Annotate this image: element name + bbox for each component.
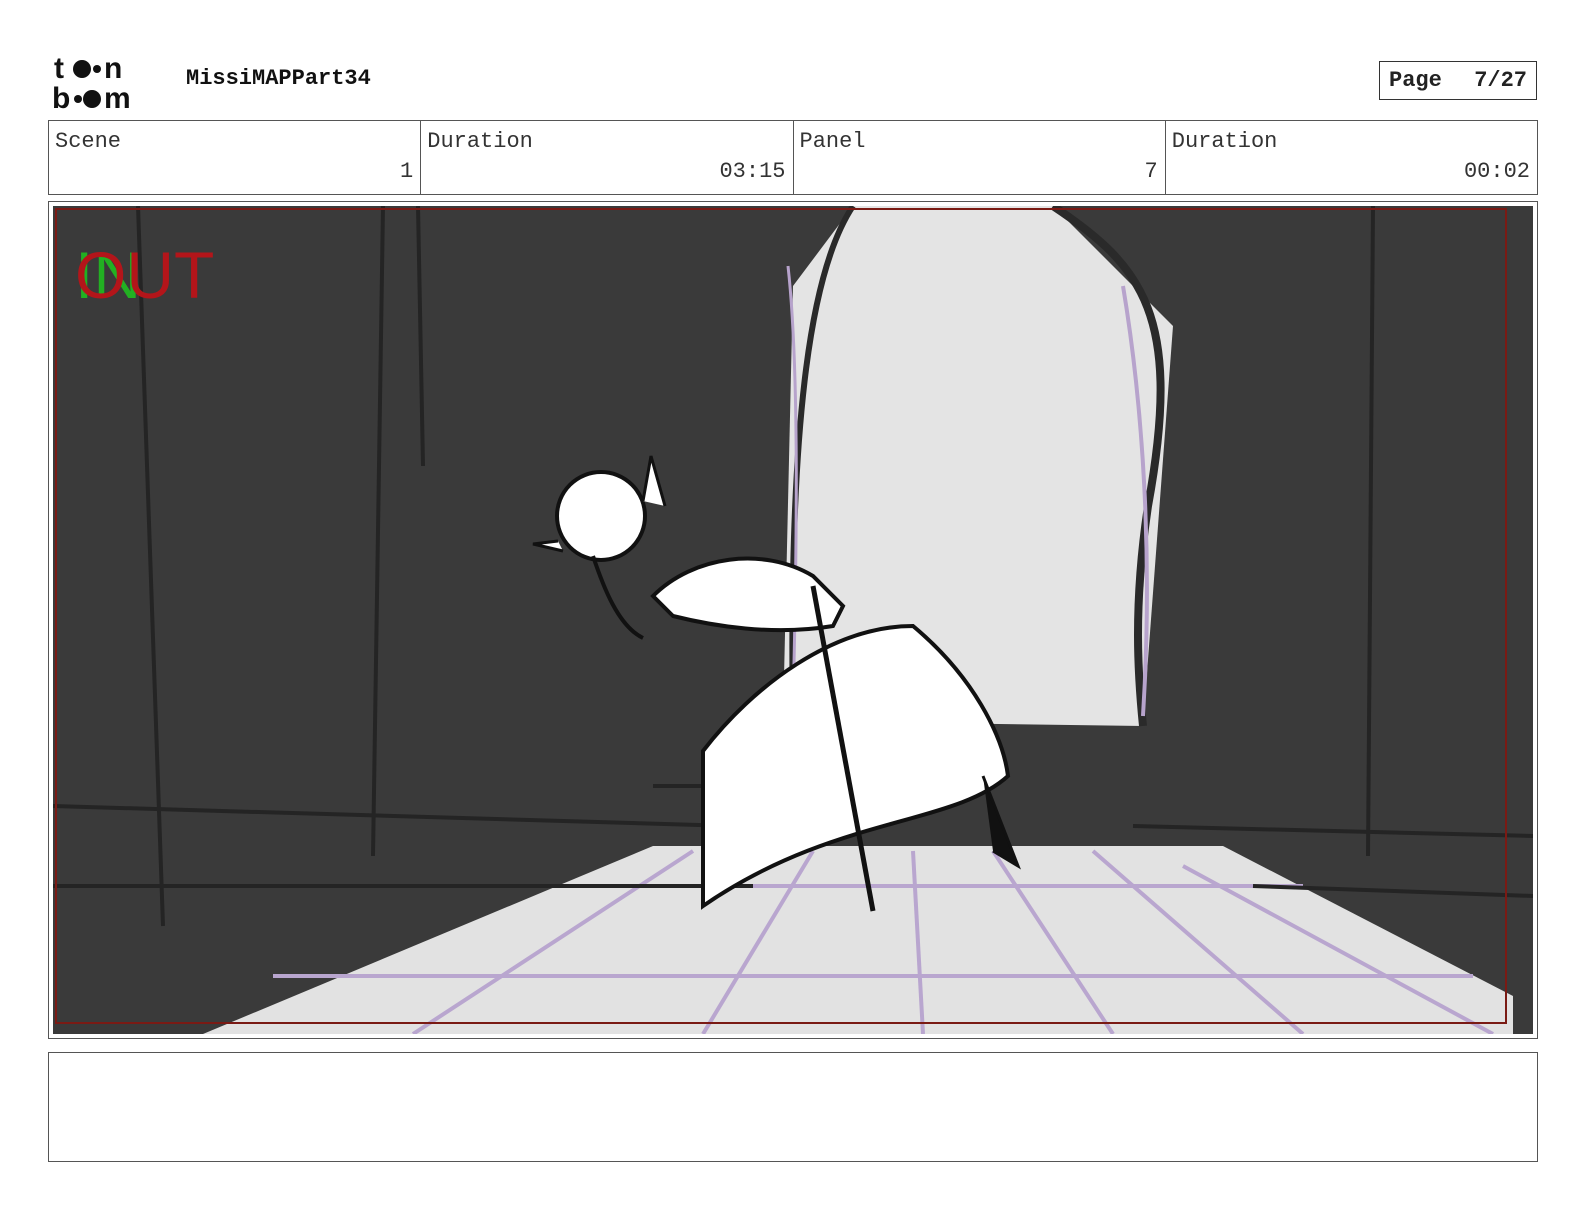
- character-head: [555, 470, 647, 562]
- panel-notes-box[interactable]: [48, 1052, 1538, 1162]
- panel-cell: Panel 7: [794, 121, 1166, 194]
- logo-letter-t: t: [54, 52, 64, 85]
- scene-label: Scene: [55, 129, 122, 154]
- scene-value: 1: [400, 159, 414, 184]
- out-marker: OUT: [75, 238, 214, 312]
- panel-duration-label: Duration: [1171, 129, 1278, 154]
- page-indicator: Page 7/27: [1379, 61, 1537, 100]
- toonboom-logo-graphic: t n b m: [52, 52, 131, 112]
- panel-notes-text: [49, 1053, 1537, 1069]
- panel-artwork: IN OUT: [53, 206, 1533, 1034]
- panel-duration-cell: Duration 00:02: [1166, 121, 1537, 194]
- storyboard-panel: IN OUT: [48, 201, 1538, 1039]
- scene-cell: Scene 1: [49, 121, 422, 194]
- logo-letter-n: n: [104, 52, 122, 85]
- toonboom-logo: t n b m: [52, 52, 164, 112]
- scene-duration-cell: Duration 03:15: [421, 121, 794, 194]
- scene-duration-value: 03:15: [719, 159, 786, 184]
- panel-duration-value: 00:02: [1463, 159, 1530, 184]
- panel-value: 7: [1144, 159, 1158, 184]
- logo-letter-m: m: [104, 82, 131, 112]
- logo-dot-small: [93, 65, 101, 73]
- panel-label: Panel: [799, 129, 866, 154]
- scene-duration-label: Duration: [427, 129, 533, 154]
- scene-info-table: Scene 1 Duration 03:15 Panel 7 Duration …: [48, 120, 1538, 195]
- logo-dot-small-2: [74, 95, 82, 103]
- logo-dot-large: [73, 60, 91, 78]
- logo-letter-b: b: [52, 82, 70, 112]
- logo-dot-large-2: [83, 90, 101, 108]
- project-title: MissiMAPPart34: [186, 66, 371, 91]
- page-label: Page: [1389, 68, 1442, 93]
- page-number: 7/27: [1474, 68, 1527, 93]
